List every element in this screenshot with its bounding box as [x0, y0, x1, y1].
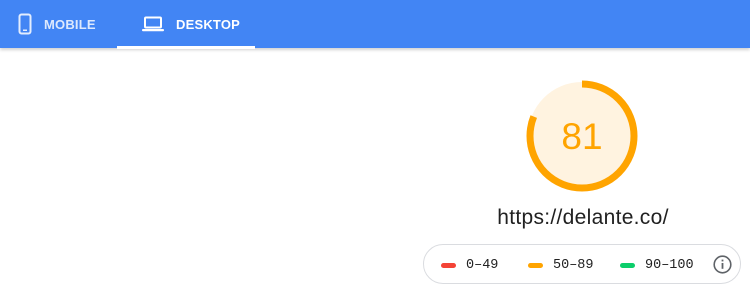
tab-mobile-label: MOBILE: [44, 16, 96, 32]
legend-swatch-green: [620, 262, 635, 268]
active-tab-indicator: [117, 46, 255, 49]
legend-label-pass: 90–100: [645, 257, 694, 273]
legend-item-pass: 90–100: [620, 245, 694, 285]
device-tab-bar: MOBILE DESKTOP: [0, 0, 750, 49]
legend-item-average: 50–89: [528, 245, 594, 285]
legend-label-average: 50–89: [553, 257, 594, 273]
legend-swatch-orange: [528, 262, 543, 268]
laptop-icon: [142, 16, 164, 32]
info-icon[interactable]: [713, 255, 732, 274]
score-value: 81: [561, 116, 603, 157]
tab-desktop[interactable]: DESKTOP: [142, 0, 240, 48]
page-url: https://delante.co/: [497, 206, 669, 229]
smartphone-icon: [18, 13, 32, 35]
performance-score-gauge: 81: [524, 78, 640, 194]
tab-mobile[interactable]: MOBILE: [18, 0, 96, 48]
score-legend: 0–49 50–89 90–100: [423, 244, 741, 284]
tab-desktop-label: DESKTOP: [176, 16, 241, 32]
legend-swatch-red: [441, 262, 456, 268]
legend-item-fail: 0–49: [441, 245, 498, 285]
legend-label-fail: 0–49: [466, 257, 499, 273]
